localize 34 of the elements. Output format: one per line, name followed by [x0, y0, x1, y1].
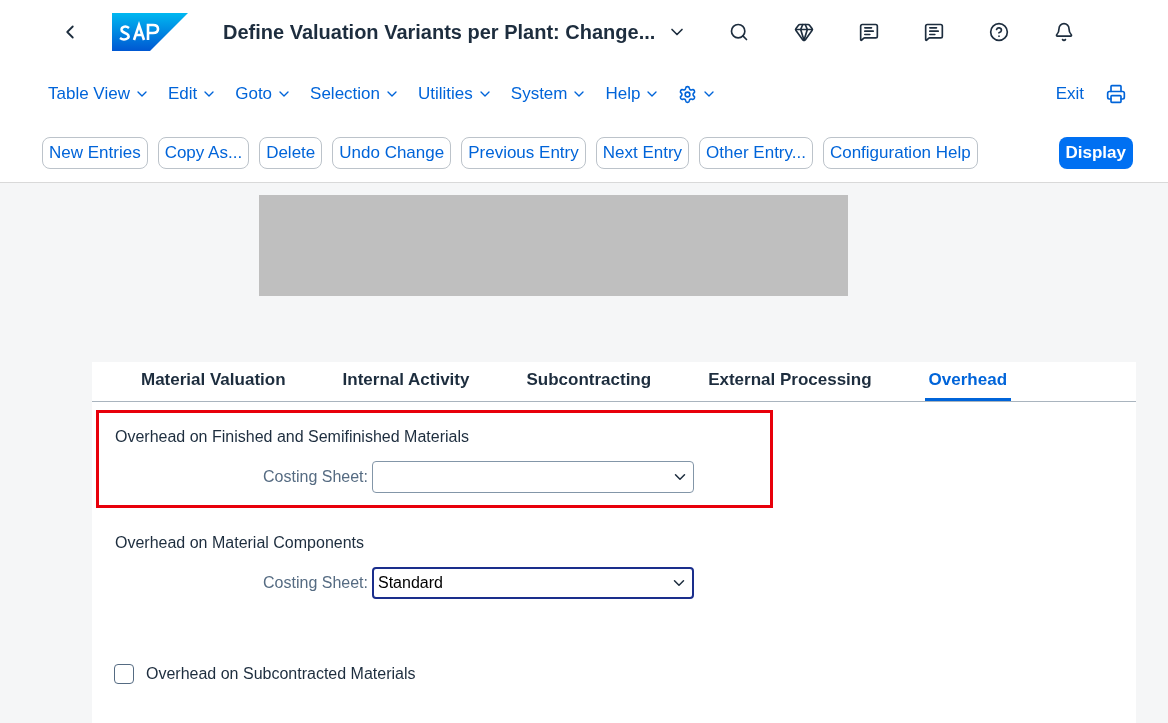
- toolbar-button[interactable]: Next Entry: [595, 137, 690, 169]
- costing-sheet-dropdown[interactable]: [372, 461, 694, 493]
- tab[interactable]: Overhead: [924, 361, 1012, 401]
- exit-link[interactable]: Exit: [1055, 81, 1084, 107]
- tab[interactable]: External Processing: [704, 361, 876, 401]
- toolbar-button[interactable]: Copy As...: [157, 137, 250, 169]
- toolbar-button[interactable]: Other Entry...: [699, 137, 813, 169]
- toolbar-button[interactable]: Undo Change: [332, 137, 452, 169]
- menu-item[interactable]: Goto: [235, 81, 293, 107]
- tab[interactable]: Internal Activity: [338, 361, 474, 401]
- toolbar-button[interactable]: Configuration Help: [822, 137, 978, 169]
- dropdown-value: Standard: [378, 573, 443, 593]
- checkbox-label: Overhead on Subcontracted Materials: [146, 664, 416, 684]
- print-icon[interactable]: [1104, 82, 1128, 106]
- menu-item[interactable]: Edit: [167, 81, 218, 107]
- section-heading: Overhead on Finished and Semifinished Materials: [115, 427, 470, 447]
- tab[interactable]: Material Valuation: [137, 361, 290, 401]
- costing-sheet-dropdown[interactable]: Standard: [372, 567, 694, 599]
- field-label: Costing Sheet:: [262, 467, 369, 487]
- gear-icon: [678, 84, 698, 104]
- tab[interactable]: Subcontracting: [522, 361, 656, 401]
- menu-item[interactable]: Utilities: [418, 81, 493, 107]
- menu-item[interactable]: Table View: [48, 81, 150, 107]
- checkbox[interactable]: [114, 664, 134, 684]
- section-heading: Overhead on Material Components: [115, 533, 366, 553]
- title-dropdown[interactable]: Define Valuation Variants per Plant: Change...: [223, 17, 688, 47]
- toolbar-button[interactable]: New Entries: [42, 137, 148, 169]
- toolbar-button[interactable]: Delete: [259, 137, 323, 169]
- field-label: Costing Sheet:: [262, 573, 369, 593]
- menu-item[interactable]: Selection: [310, 81, 400, 107]
- display-button[interactable]: Display: [1058, 137, 1133, 169]
- toolbar-button[interactable]: Previous Entry: [461, 137, 586, 169]
- menu-item[interactable]: System: [510, 81, 588, 107]
- menu-item[interactable]: Help: [605, 81, 661, 107]
